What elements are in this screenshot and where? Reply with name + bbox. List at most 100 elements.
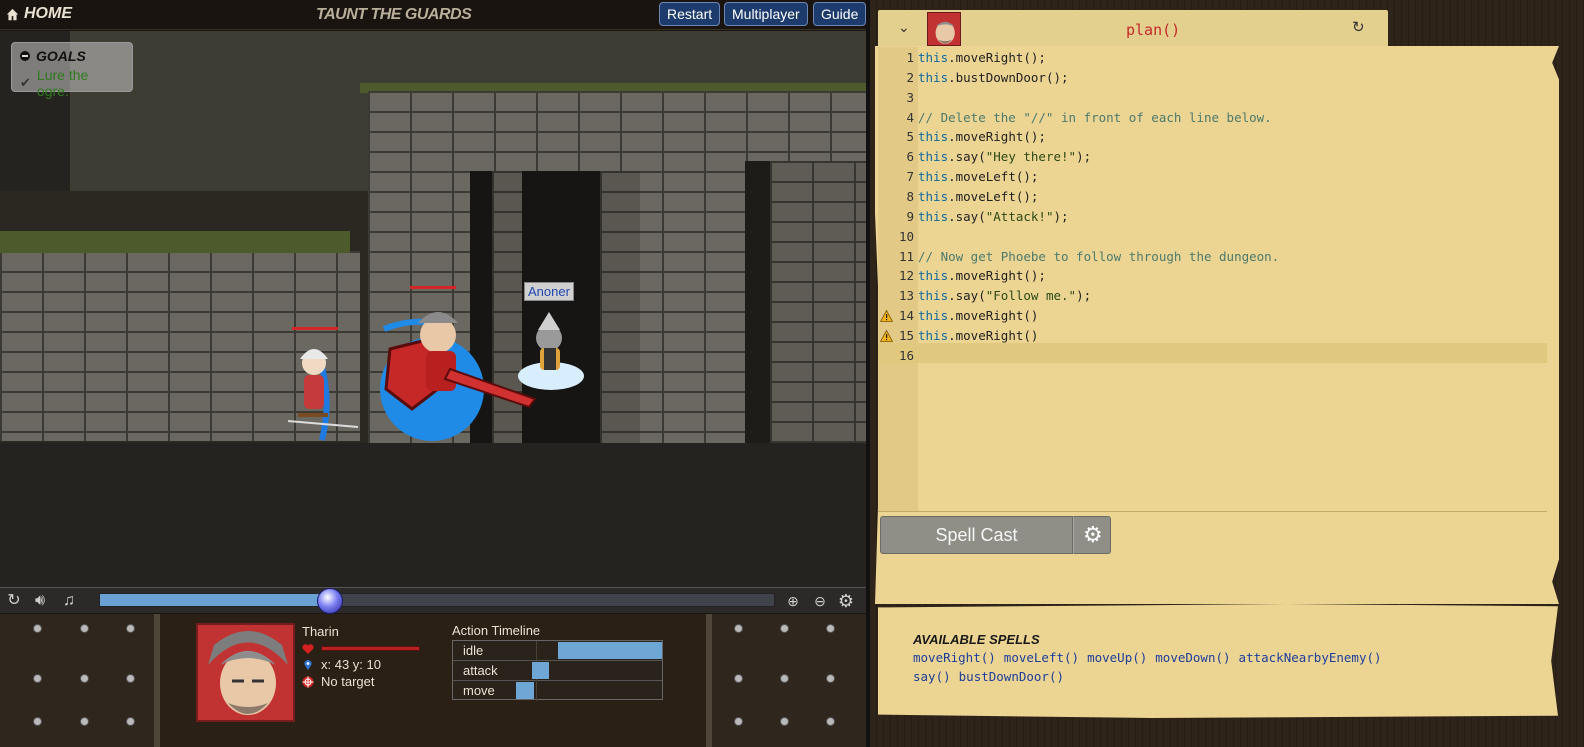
- music-icon[interactable]: ♫: [60, 592, 78, 610]
- line-number: 6: [906, 149, 914, 165]
- timeline-segment: [532, 662, 550, 679]
- game-view[interactable]: GOALS ✔ Lure the ogre. Anoner: [0, 31, 872, 587]
- spell-cast-button[interactable]: Spell Cast: [880, 516, 1073, 554]
- available-spells-title: AVAILABLE SPELLS: [913, 632, 1040, 647]
- line-number: 13: [898, 288, 914, 304]
- line-number: 5: [906, 129, 914, 145]
- bolt: [80, 624, 89, 633]
- method-name: plan(): [1126, 21, 1181, 39]
- top-bar: HOME TAUNT THE GUARDS Restart Multiplaye…: [0, 0, 872, 30]
- dungeon-floor: [0, 443, 872, 587]
- goals-header: GOALS: [20, 48, 124, 64]
- timeline-segment: [557, 642, 662, 659]
- code-line[interactable]: this.moveRight();: [918, 129, 1046, 144]
- goals-panel[interactable]: GOALS ✔ Lure the ogre.: [11, 42, 133, 99]
- spell-item[interactable]: moveLeft(): [1004, 648, 1079, 667]
- guide-button[interactable]: Guide: [813, 2, 867, 26]
- archer-sprite[interactable]: [278, 335, 368, 443]
- spell-settings-button[interactable]: ⚙: [1073, 516, 1111, 554]
- timeline-divider: [536, 641, 537, 661]
- code-line[interactable]: this.bustDownDoor();: [918, 70, 1069, 85]
- hero-face-icon: [208, 631, 288, 715]
- goal-item: ✔ Lure the ogre.: [20, 67, 124, 99]
- bolt: [126, 674, 135, 683]
- line-number: 2: [906, 69, 914, 85]
- zoom-in-icon[interactable]: ⊕: [784, 592, 802, 610]
- spell-item[interactable]: moveUp(): [1087, 648, 1147, 667]
- hero-position: x: 43 y: 10: [321, 657, 381, 672]
- scrubber-progress: [100, 594, 330, 606]
- multiplayer-button[interactable]: Multiplayer: [724, 2, 808, 26]
- volume-icon[interactable]: 🔊︎: [31, 592, 49, 610]
- right-bolt-panel: [706, 614, 866, 747]
- target-icon: [302, 676, 314, 688]
- archer-health-bar: [292, 327, 338, 330]
- code-line[interactable]: // Delete the "//" in front of each line…: [918, 110, 1272, 125]
- bolt: [734, 717, 743, 726]
- settings-gear-icon[interactable]: ⚙: [837, 592, 855, 610]
- reload-icon[interactable]: ↻: [1352, 20, 1368, 36]
- code-line[interactable]: this.moveRight(): [918, 308, 1038, 323]
- code-line[interactable]: this.moveRight(): [918, 328, 1038, 343]
- home-label: HOME: [24, 5, 72, 22]
- bolt: [826, 717, 835, 726]
- chevron-down-icon[interactable]: ⌄: [898, 20, 912, 34]
- spell-item[interactable]: attackNearbyEnemy(): [1239, 648, 1382, 667]
- line-number: 16: [898, 347, 914, 363]
- editor-divider: [878, 511, 1547, 512]
- location-pin-icon: [304, 660, 312, 670]
- bolt: [734, 674, 743, 683]
- bolt: [80, 717, 89, 726]
- bolt: [33, 717, 42, 726]
- spell-item[interactable]: moveRight(): [913, 648, 996, 667]
- hero-thumbnail: [927, 12, 961, 46]
- code-line[interactable]: this.moveLeft();: [918, 169, 1038, 184]
- available-spells-list: moveRight() moveLeft() moveUp() moveDown() a…: [913, 648, 1433, 686]
- spell-item[interactable]: moveDown(): [1155, 648, 1230, 667]
- line-number: 3: [906, 89, 914, 105]
- timeline-divider: [536, 681, 537, 701]
- level-title: TAUNT THE GUARDS: [316, 6, 472, 23]
- right-alcove-wall: [770, 161, 872, 443]
- code-line[interactable]: this.moveRight();: [918, 50, 1046, 65]
- timeline-scrubber[interactable]: [99, 588, 775, 614]
- hero-health-bar: [410, 286, 456, 289]
- warning-icon[interactable]: [880, 310, 893, 322]
- active-line-highlight: [878, 343, 1547, 363]
- line-number: 11: [898, 248, 914, 264]
- timeline-action-label: attack: [463, 663, 498, 678]
- code-line[interactable]: this.say("Follow me.");: [918, 288, 1091, 303]
- left-bolt-panel: [0, 614, 160, 747]
- timeline-row-attack: attack: [453, 661, 662, 681]
- restart-button[interactable]: Restart: [659, 2, 721, 26]
- hero-portrait: [196, 623, 295, 722]
- line-number: 12: [898, 268, 914, 284]
- hero-status-panel: Tharin x: 43 y: 10 No target Action Time…: [0, 614, 866, 747]
- code-line[interactable]: // Now get Phoebe to follow through the …: [918, 249, 1279, 264]
- scrubber-handle[interactable]: [316, 588, 343, 614]
- spell-item[interactable]: bustDownDoor(): [959, 667, 1064, 686]
- hero-health-bar: [321, 646, 420, 651]
- spell-item[interactable]: say(): [913, 667, 951, 686]
- bolt: [780, 674, 789, 683]
- gear-icon: ⚙: [1083, 522, 1103, 547]
- code-line[interactable]: this.say("Attack!");: [918, 209, 1069, 224]
- goals-title: GOALS: [36, 48, 86, 64]
- line-number: 4: [906, 109, 914, 125]
- line-number: 8: [906, 188, 914, 204]
- hero-face-icon: [935, 21, 955, 44]
- warning-icon[interactable]: [880, 329, 893, 342]
- zoom-out-icon[interactable]: ⊖: [811, 592, 829, 610]
- code-line[interactable]: this.moveLeft();: [918, 189, 1038, 204]
- bolt: [80, 674, 89, 683]
- ally-name-label: Anoner: [524, 282, 574, 301]
- code-line[interactable]: this.moveRight();: [918, 268, 1046, 283]
- code-line[interactable]: this.say("Hey there!");: [918, 149, 1091, 164]
- heart-icon: [302, 644, 314, 654]
- bolt: [126, 717, 135, 726]
- collapse-icon[interactable]: [20, 51, 30, 61]
- replay-icon[interactable]: ↻: [5, 592, 23, 610]
- left-moss-ledge: [0, 231, 350, 253]
- home-link[interactable]: HOME: [6, 5, 72, 23]
- ally-sprite[interactable]: [516, 304, 586, 394]
